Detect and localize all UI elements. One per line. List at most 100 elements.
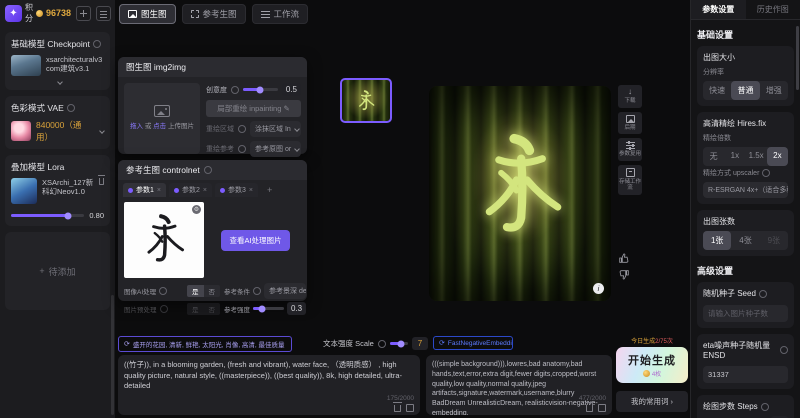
- gear-icon[interactable]: ⚙: [192, 205, 201, 214]
- image-upload-dropzone[interactable]: 拖入 或 点击 上传图片: [124, 83, 200, 154]
- image-tools: ↓ 下载 后期 参数复用 存储工作流: [618, 85, 642, 195]
- negative-embedding-pill[interactable]: ⟳ FastNegativeEmbedding: [433, 336, 513, 350]
- delete-lora-icon[interactable]: [99, 178, 104, 185]
- resolution-enhanced[interactable]: 增强: [760, 81, 788, 100]
- ensd-card: eta噪声种子随机量 ENSD: [697, 334, 794, 389]
- negative-embedding-label: FastNegativeEmbedding: [448, 340, 513, 347]
- controlnet-tab-label: 参数3: [228, 185, 246, 195]
- close-icon[interactable]: ×: [249, 187, 253, 194]
- reuse-params-button[interactable]: 参数复用: [618, 138, 642, 161]
- click-label[interactable]: 点击: [153, 123, 166, 130]
- redraw-ref-select[interactable]: 参考原图 or: [250, 141, 301, 157]
- lora-thumbnail[interactable]: [11, 178, 37, 204]
- controlnet-tab-1[interactable]: 参数1 ×: [123, 183, 166, 197]
- app-logo-icon[interactable]: ✦: [5, 5, 22, 22]
- tab-reference-gen[interactable]: 参考生图: [182, 4, 246, 24]
- refresh-icon[interactable]: ⟳: [439, 339, 445, 347]
- result-thumbnail[interactable]: [340, 78, 392, 123]
- vae-card[interactable]: 色彩模式 VAE 840000（通用）: [5, 96, 110, 149]
- cfg-scale-value[interactable]: 7: [412, 337, 428, 350]
- controlnet-tab-label: 参数1: [136, 185, 154, 195]
- save-workflow-button[interactable]: 存储工作流: [618, 165, 642, 195]
- no-option[interactable]: 否: [204, 285, 221, 297]
- checkpoint-card[interactable]: 基础模型 Checkpoint xsarchitecturalv3com建筑v3…: [5, 32, 110, 90]
- tab-workflow[interactable]: 工作流: [252, 4, 309, 24]
- batch-9[interactable]: 9张: [760, 231, 788, 250]
- menu-icon[interactable]: [96, 6, 111, 21]
- seed-input[interactable]: [703, 305, 788, 322]
- ai-process-toggle[interactable]: 是 否: [187, 285, 220, 297]
- hires-1-5x[interactable]: 1.5x: [746, 147, 767, 166]
- preprocess-toggle[interactable]: 是 否: [187, 303, 220, 315]
- cfg-scale-slider[interactable]: [390, 342, 408, 345]
- download-button[interactable]: ↓ 下载: [618, 85, 642, 108]
- thumbs-down-icon[interactable]: [618, 269, 630, 281]
- yes-option[interactable]: 是: [187, 303, 204, 315]
- tab-history[interactable]: 历史作图: [746, 0, 800, 19]
- view-processed-image-button[interactable]: 查看AI处理图片: [221, 230, 289, 251]
- postprocess-button[interactable]: 后期: [618, 112, 642, 135]
- plus-icon: +: [267, 185, 272, 195]
- yes-option[interactable]: 是: [187, 285, 204, 297]
- chevron-down-icon[interactable]: [57, 79, 63, 85]
- generated-image[interactable]: i: [429, 86, 611, 301]
- strength-value[interactable]: 0.3: [287, 302, 306, 315]
- denoise-value[interactable]: 0.5: [282, 83, 301, 96]
- inpainting-button[interactable]: 局部重绘 inpainting ✎: [206, 100, 301, 117]
- close-icon[interactable]: ×: [203, 187, 207, 194]
- positive-prompt-box[interactable]: ((竹子)), in a blooming garden, (fresh and…: [118, 355, 420, 415]
- hires-2x[interactable]: 2x: [767, 147, 788, 166]
- feedback-buttons: [618, 252, 630, 281]
- tab-img2img[interactable]: 图生图: [119, 4, 176, 24]
- close-icon[interactable]: ×: [157, 187, 161, 194]
- generate-button[interactable]: 开始生成 4枚: [616, 347, 688, 383]
- hires-1x[interactable]: 1x: [724, 147, 745, 166]
- coin-icon: [36, 10, 43, 17]
- image-size-title: 出图大小: [703, 52, 735, 63]
- controlnet-reference-image[interactable]: ⚙: [124, 202, 204, 278]
- vae-thumbnail[interactable]: [11, 121, 31, 141]
- thumbs-up-icon[interactable]: [618, 252, 630, 264]
- yong-glyph-small: [354, 89, 378, 113]
- no-option[interactable]: 否: [204, 303, 221, 315]
- model-sidebar: ✦ 积分 96738 基础模型 Checkpoint xsarchitectur…: [0, 0, 115, 418]
- upscaler-select[interactable]: R-ESRGAN 4x+（适合多种风: [703, 182, 788, 198]
- clear-prompt-icon[interactable]: [394, 405, 401, 412]
- tab-parameter-settings[interactable]: 参数设置: [691, 0, 746, 19]
- add-lora-button[interactable]: + 待添加: [5, 232, 110, 310]
- lora-weight-slider[interactable]: [11, 214, 84, 217]
- add-lora-label: 待添加: [49, 265, 76, 278]
- workflow-icon: [261, 10, 270, 18]
- my-phrases-button[interactable]: 我的常用词 ›: [616, 391, 688, 412]
- batch-1[interactable]: 1张: [703, 231, 731, 250]
- chevron-down-icon[interactable]: [99, 128, 105, 134]
- image-info-badge[interactable]: i: [593, 283, 604, 294]
- hires-none[interactable]: 无: [703, 147, 724, 166]
- lora-card[interactable]: 叠加模型 Lora XSArchi_127新科幻Neov1.0 0.80: [5, 155, 110, 226]
- controlnet-tab-2[interactable]: 参数2 ×: [169, 183, 212, 197]
- clear-prompt-icon[interactable]: [586, 405, 593, 412]
- region-select[interactable]: 涂抹区域 In: [250, 121, 301, 137]
- strength-slider[interactable]: [253, 307, 284, 310]
- resolution-normal[interactable]: 普通: [731, 81, 759, 100]
- grid-view-icon[interactable]: [76, 6, 91, 21]
- enabled-dot-icon: [128, 188, 133, 193]
- positive-prompt-text[interactable]: ((竹子)), in a blooming garden, (fresh and…: [124, 360, 414, 392]
- settings-scrollbar[interactable]: [796, 26, 799, 90]
- resolution-fast[interactable]: 快速: [703, 81, 731, 100]
- condition-select[interactable]: 参考景深 dept: [264, 283, 306, 299]
- daily-quota: 今日生成2/75次: [631, 336, 673, 345]
- batch-4[interactable]: 4张: [731, 231, 759, 250]
- ensd-input[interactable]: [703, 366, 788, 383]
- negative-prompt-box[interactable]: (((simple background))),lowres,bad anato…: [426, 355, 612, 415]
- expand-prompt-icon[interactable]: [406, 404, 414, 412]
- checkpoint-thumbnail[interactable]: [11, 55, 41, 76]
- translate-keywords: 盛开的花园, 清新, 鲜艳, 太阳光, 肖像, 高清, 最佳质量: [133, 339, 285, 349]
- sidebar-scrollbar[interactable]: [111, 295, 114, 415]
- refresh-icon[interactable]: ⟳: [124, 340, 130, 348]
- add-controlnet-tab-button[interactable]: +: [261, 183, 278, 197]
- translate-keywords-pill[interactable]: ⟳ 盛开的花园, 清新, 鲜艳, 太阳光, 肖像, 高清, 最佳质量: [118, 336, 292, 352]
- expand-prompt-icon[interactable]: [598, 404, 606, 412]
- controlnet-tab-3[interactable]: 参数3 ×: [215, 183, 258, 197]
- denoise-slider[interactable]: [243, 88, 278, 91]
